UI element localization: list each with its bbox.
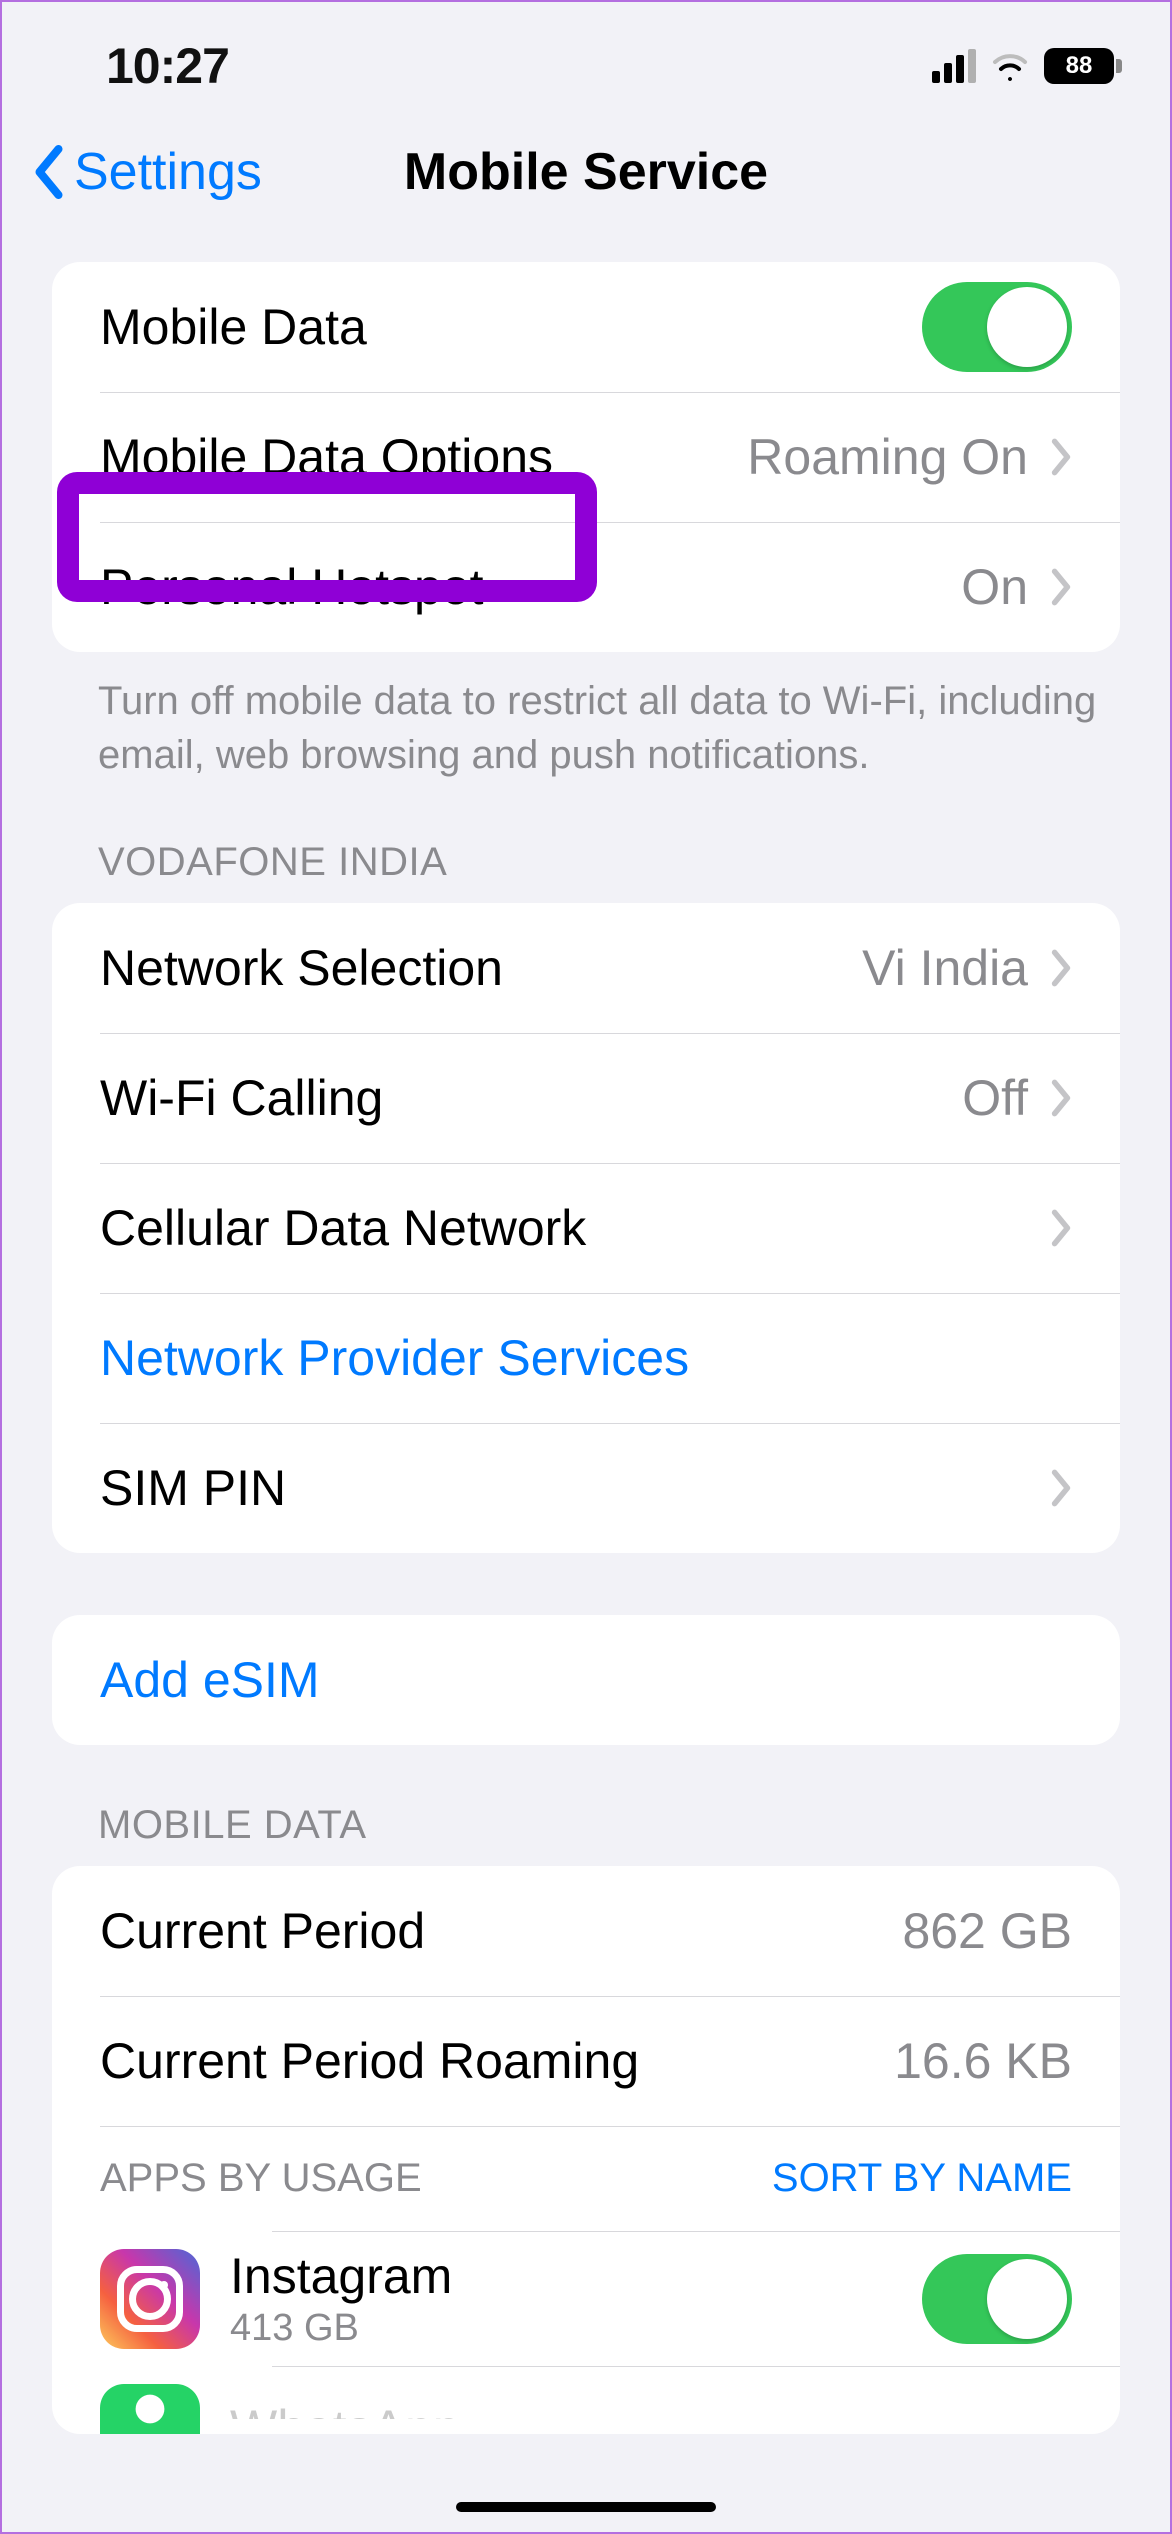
row-wifi-calling[interactable]: Wi-Fi Calling Off xyxy=(52,1033,1120,1163)
status-time: 10:27 xyxy=(106,37,229,95)
label-sim-pin: SIM PIN xyxy=(100,1459,1028,1517)
toggle-mobile-data[interactable] xyxy=(922,282,1072,372)
back-label: Settings xyxy=(74,142,262,202)
instagram-icon xyxy=(100,2249,200,2349)
label-mobile-data: Mobile Data xyxy=(100,298,922,356)
chevron-right-icon xyxy=(1050,568,1072,606)
label-wifi-calling: Wi-Fi Calling xyxy=(100,1069,962,1127)
label-current-period-roaming: Current Period Roaming xyxy=(100,2032,894,2090)
row-mobile-data[interactable]: Mobile Data xyxy=(52,262,1120,392)
label-current-period: Current Period xyxy=(100,1902,902,1960)
sub-header-apps: APPS BY USAGE SORT BY NAME xyxy=(52,2126,1120,2231)
section-header-carrier: VODAFONE INDIA xyxy=(2,782,1170,903)
home-indicator[interactable] xyxy=(456,2502,716,2512)
status-indicators: 88 xyxy=(932,48,1122,84)
value-network-selection: Vi India xyxy=(862,939,1028,997)
value-personal-hotspot: On xyxy=(961,558,1028,616)
cellular-signal-icon xyxy=(932,49,976,83)
label-add-esim: Add eSIM xyxy=(100,1651,1072,1709)
app-name: WhatsApp xyxy=(230,2399,1072,2419)
value-mobile-data-options: Roaming On xyxy=(747,428,1028,486)
status-bar: 10:27 88 xyxy=(2,2,1170,112)
battery-icon: 88 xyxy=(1044,48,1122,84)
row-network-provider-services[interactable]: Network Provider Services xyxy=(52,1293,1120,1423)
label-apps-by-usage: APPS BY USAGE xyxy=(100,2156,422,2201)
chevron-right-icon xyxy=(1050,1469,1072,1507)
row-cellular-data-network[interactable]: Cellular Data Network xyxy=(52,1163,1120,1293)
sort-by-name-button[interactable]: SORT BY NAME xyxy=(772,2156,1072,2201)
app-usage: 413 GB xyxy=(230,2307,922,2350)
back-button[interactable]: Settings xyxy=(32,142,262,202)
label-network-selection: Network Selection xyxy=(100,939,862,997)
row-current-period: Current Period 862 GB xyxy=(52,1866,1120,1996)
label-network-provider-services: Network Provider Services xyxy=(100,1329,1072,1387)
value-current-period: 862 GB xyxy=(902,1902,1072,1960)
section-header-mobile-data: MOBILE DATA xyxy=(2,1745,1170,1866)
nav-header: Settings Mobile Service xyxy=(2,112,1170,242)
value-wifi-calling: Off xyxy=(962,1069,1028,1127)
group-esim: Add eSIM xyxy=(52,1615,1120,1745)
chevron-right-icon xyxy=(1050,1209,1072,1247)
row-sim-pin[interactable]: SIM PIN xyxy=(52,1423,1120,1553)
row-current-period-roaming: Current Period Roaming 16.6 KB xyxy=(52,1996,1120,2126)
group-mobile-data: Mobile Data Mobile Data Options Roaming … xyxy=(52,262,1120,652)
label-cellular-data-network: Cellular Data Network xyxy=(100,1199,1028,1257)
row-mobile-data-options[interactable]: Mobile Data Options Roaming On xyxy=(52,392,1120,522)
whatsapp-icon xyxy=(100,2384,200,2434)
row-network-selection[interactable]: Network Selection Vi India xyxy=(52,903,1120,1033)
app-row-whatsapp[interactable]: WhatsApp xyxy=(52,2366,1120,2434)
label-mobile-data-options: Mobile Data Options xyxy=(100,428,747,486)
app-name: Instagram xyxy=(230,2247,922,2305)
wifi-icon xyxy=(990,51,1030,81)
chevron-right-icon xyxy=(1050,438,1072,476)
chevron-right-icon xyxy=(1050,949,1072,987)
row-personal-hotspot[interactable]: Personal Hotspot On xyxy=(52,522,1120,652)
chevron-left-icon xyxy=(32,145,66,199)
group-carrier: Network Selection Vi India Wi-Fi Calling… xyxy=(52,903,1120,1553)
app-row-instagram[interactable]: Instagram 413 GB xyxy=(52,2231,1120,2366)
label-personal-hotspot: Personal Hotspot xyxy=(100,558,961,616)
value-current-period-roaming: 16.6 KB xyxy=(894,2032,1072,2090)
row-add-esim[interactable]: Add eSIM xyxy=(52,1615,1120,1745)
chevron-right-icon xyxy=(1050,1079,1072,1117)
group-usage: Current Period 862 GB Current Period Roa… xyxy=(52,1866,1120,2434)
footer-note-mobile-data: Turn off mobile data to restrict all dat… xyxy=(2,652,1170,782)
toggle-app-instagram[interactable] xyxy=(922,2254,1072,2344)
